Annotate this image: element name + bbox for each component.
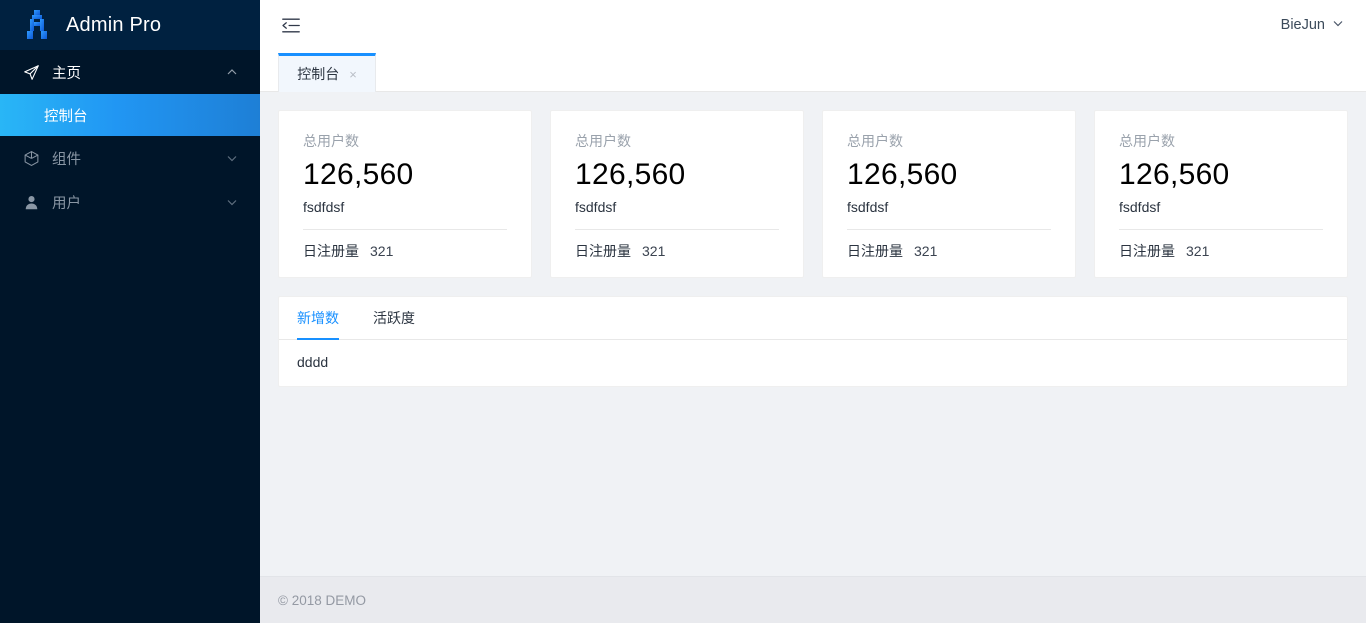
stat-card-footer-label: 日注册量 [303, 242, 359, 259]
stat-card-sub: fsdfdsf [303, 198, 345, 215]
stat-card-value: 126,560 [1119, 158, 1230, 191]
stat-card-label: 总用户数 [847, 133, 903, 149]
stat-card-footer-value: 321 [1186, 242, 1210, 259]
stat-card-label: 总用户数 [1119, 133, 1175, 149]
stat-card-footer: 日注册量 321 [847, 230, 1051, 261]
tab-dashboard-label: 控制台 [297, 66, 340, 82]
stat-cards-row: 总用户数 126,560 fsdfdsf 日注册量 321 总用户数 126,5… [278, 110, 1348, 278]
stat-card-value: 126,560 [575, 158, 686, 191]
panel-tab-list: 新增数 活跃度 [279, 296, 1347, 341]
sidebar-item-home-label: 主页 [52, 65, 81, 82]
tab-new-count[interactable]: 新增数 [297, 296, 339, 341]
tab-activity-label: 活跃度 [373, 309, 415, 326]
footer: © 2018 DEMO [260, 576, 1366, 623]
stat-card-value: 126,560 [847, 158, 958, 191]
footer-copyright: © 2018 DEMO [278, 592, 366, 608]
stat-card-footer: 日注册量 321 [1119, 230, 1323, 261]
stat-card-footer: 日注册量 321 [303, 230, 507, 261]
stat-card-sub: fsdfdsf [575, 198, 617, 215]
tab-bar: 控制台 × [260, 50, 1366, 92]
sidebar-item-dashboard-label: 控制台 [44, 108, 88, 125]
panel-body: dddd [297, 353, 329, 370]
stat-card-footer: 日注册量 321 [575, 230, 779, 261]
stat-card-sub: fsdfdsf [1119, 198, 1161, 215]
tab-new-count-label: 新增数 [297, 309, 339, 326]
cube-icon [22, 149, 40, 167]
stat-card-footer-label: 日注册量 [1119, 242, 1175, 259]
menu-fold-icon[interactable] [278, 12, 304, 38]
user-name: BieJun [1280, 17, 1325, 33]
stat-card: 总用户数 126,560 fsdfdsf 日注册量 321 [1094, 110, 1348, 278]
main-pane: BieJun 控制台 × 总用户数 126,560 fsdfdsf 日注册量 3… [260, 0, 1366, 623]
stat-card-label: 总用户数 [303, 133, 359, 149]
topbar: BieJun [260, 0, 1366, 50]
user-menu[interactable]: BieJun [1281, 17, 1344, 33]
paper-plane-icon [22, 63, 40, 81]
close-icon[interactable]: × [349, 68, 357, 81]
stat-card-sub: fsdfdsf [847, 198, 889, 215]
stat-card-value: 126,560 [303, 158, 414, 191]
user-icon [22, 193, 40, 211]
stat-card-footer-label: 日注册量 [575, 242, 631, 259]
stat-card: 总用户数 126,560 fsdfdsf 日注册量 321 [550, 110, 804, 278]
tab-dashboard[interactable]: 控制台 × [278, 53, 376, 92]
chevron-down-icon [226, 152, 238, 164]
stat-card-footer-value: 321 [642, 242, 666, 259]
chart-panel: 新增数 活跃度 dddd [278, 295, 1348, 387]
logo-title: Admin Pro [66, 13, 162, 36]
sidebar-menu: 主页 控制台 组件 用户 [0, 50, 260, 224]
sidebar-logo[interactable]: Admin Pro [0, 0, 260, 50]
stat-card: 总用户数 126,560 fsdfdsf 日注册量 321 [278, 110, 532, 278]
stat-card: 总用户数 126,560 fsdfdsf 日注册量 321 [822, 110, 1076, 278]
tab-activity[interactable]: 活跃度 [373, 296, 415, 339]
chevron-down-icon [226, 196, 238, 208]
sidebar-item-users[interactable]: 用户 [0, 180, 260, 224]
sidebar-item-dashboard[interactable]: 控制台 [0, 94, 260, 136]
sidebar-item-components[interactable]: 组件 [0, 136, 260, 180]
sidebar-item-home[interactable]: 主页 [0, 50, 260, 94]
stat-card-footer-value: 321 [914, 242, 938, 259]
sidebar-item-users-label: 用户 [52, 195, 81, 212]
chevron-down-icon [1332, 17, 1344, 33]
sidebar-item-components-label: 组件 [52, 151, 81, 168]
app-root: Admin Pro 主页 控制台 组件 用户 BieJun 控制台 × 总用户数… [0, 0, 1366, 623]
chevron-up-icon [226, 66, 238, 78]
stat-card-label: 总用户数 [575, 133, 631, 149]
stat-card-footer-value: 321 [370, 242, 394, 259]
sidebar: Admin Pro 主页 控制台 组件 用户 [0, 0, 260, 623]
content-area: 总用户数 126,560 fsdfdsf 日注册量 321 总用户数 126,5… [260, 92, 1366, 576]
logo-a-mark-icon [27, 10, 47, 39]
stat-card-footer-label: 日注册量 [847, 242, 903, 259]
